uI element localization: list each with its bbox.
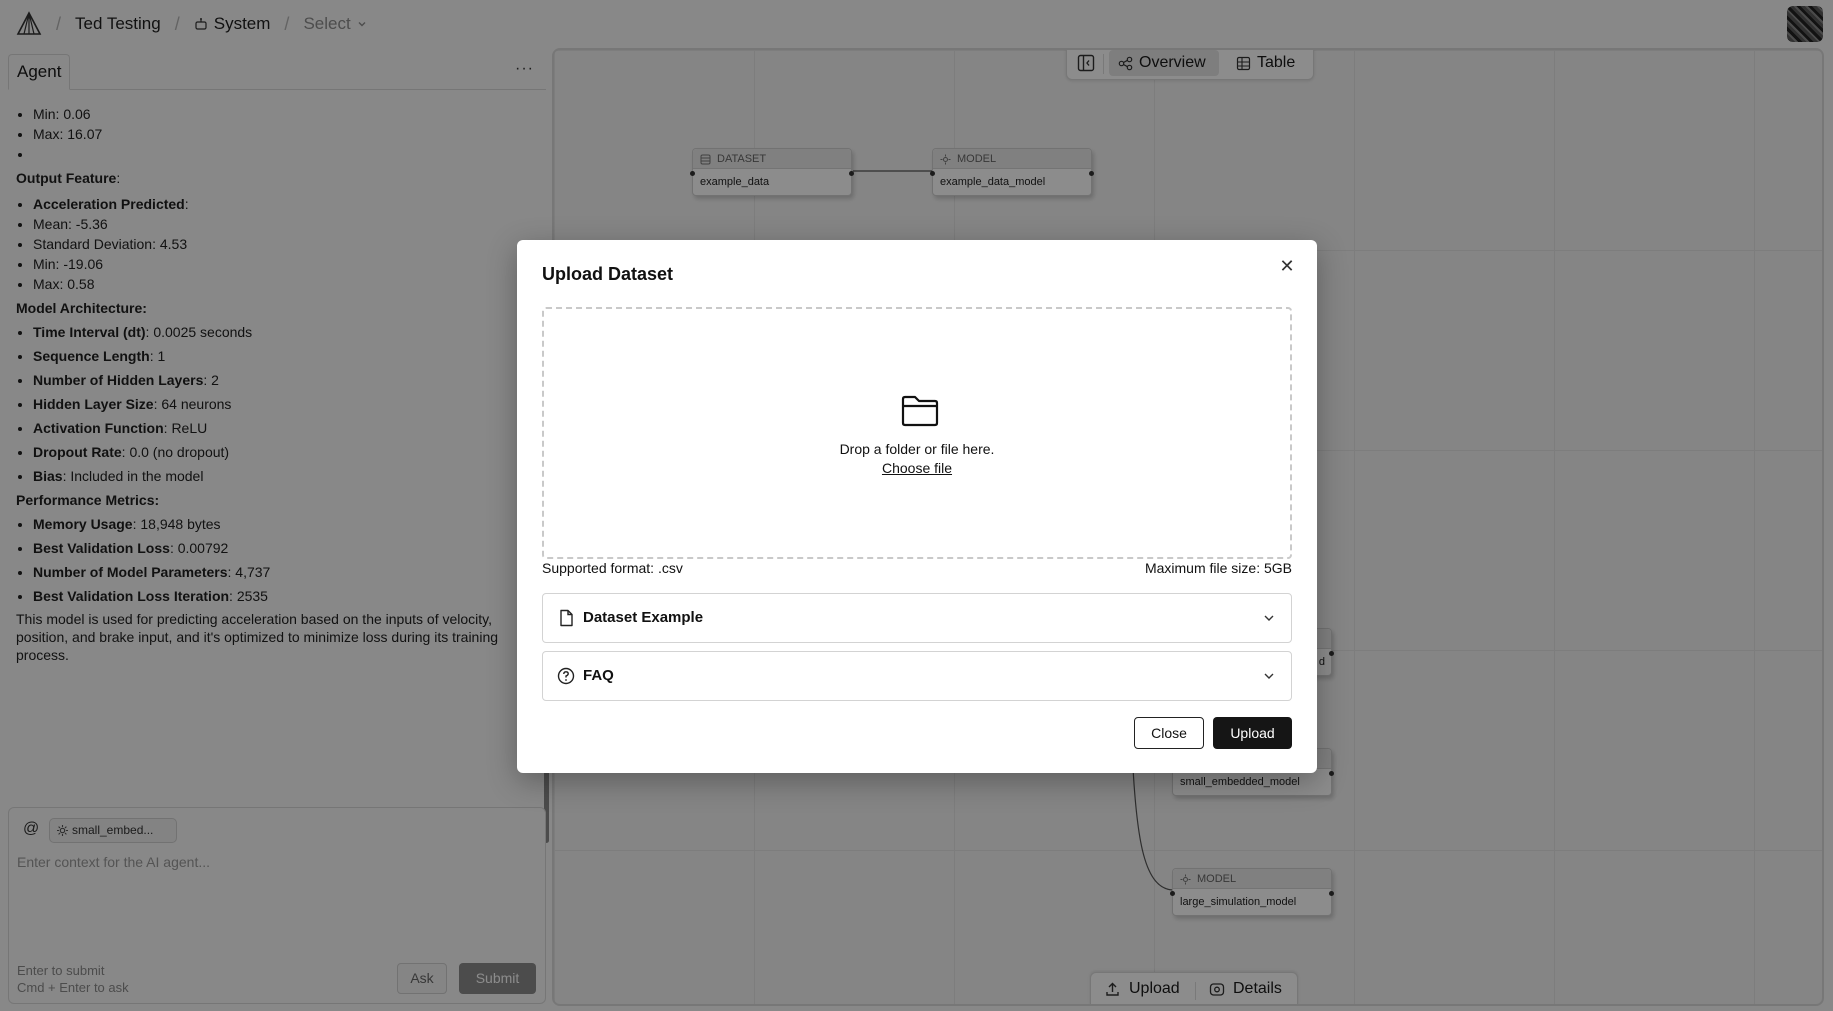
accordion-title: FAQ — [583, 667, 614, 684]
max-file-size: Maximum file size: 5GB — [1144, 560, 1292, 576]
upload-button[interactable]: Upload — [1213, 717, 1292, 749]
drop-instruction: Drop a folder or file here. — [839, 441, 995, 457]
dialog-title: Upload Dataset — [542, 264, 674, 284]
close-icon[interactable]: ✕ — [1277, 256, 1297, 276]
chevron-down-icon — [1264, 615, 1274, 621]
help-circle-icon — [557, 667, 575, 685]
accordion-dataset-example[interactable]: Dataset Example — [542, 593, 1292, 643]
upload-dataset-dialog: Upload Dataset ✕ Drop a folder or file h… — [517, 240, 1317, 773]
supported-format: Supported format: .csv — [542, 560, 683, 576]
accordion-title: Dataset Example — [583, 609, 704, 626]
folder-icon — [901, 395, 939, 427]
choose-file-link[interactable]: Choose file — [544, 460, 1290, 476]
accordion-faq[interactable]: FAQ — [542, 651, 1292, 701]
chevron-down-icon — [1264, 673, 1274, 679]
document-icon — [560, 609, 573, 627]
close-button[interactable]: Close — [1134, 717, 1204, 749]
file-dropzone[interactable]: Drop a folder or file here. Choose file — [542, 307, 1292, 559]
